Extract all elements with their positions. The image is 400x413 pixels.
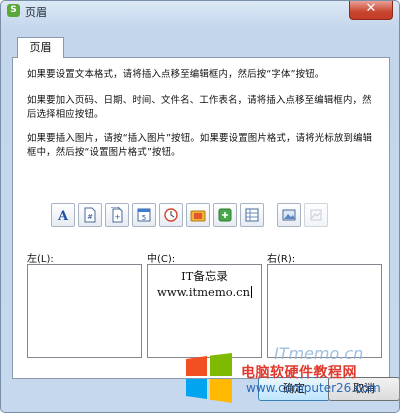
- page-number-icon: #: [84, 207, 96, 223]
- date-button[interactable]: 5: [132, 203, 156, 227]
- close-icon: ✕: [365, 1, 377, 16]
- windows-logo-watermark: [186, 353, 232, 403]
- watermark-text-itmemo: ITmemo.cn: [274, 344, 364, 363]
- total-pages-icon: +: [111, 207, 123, 223]
- instruction-text-1: 如果要设置文本格式，请将插入点移至编辑框内，然后按“字体”按钮。: [27, 69, 325, 80]
- svg-text:#: #: [87, 213, 93, 221]
- font-button[interactable]: A: [51, 203, 75, 227]
- tab-header[interactable]: 页眉: [17, 37, 64, 58]
- instruction-text-3: 如果要插入图片，请按“插入图片”按钮。如果要设置图片格式，请将光标放到编辑框中，…: [27, 133, 373, 158]
- tab-panel: 如果要设置文本格式，请将插入点移至编辑框内，然后按“字体”按钮。 如果要加入页码…: [12, 57, 390, 379]
- total-pages-button[interactable]: +: [105, 203, 129, 227]
- insert-picture-button[interactable]: [277, 203, 301, 227]
- text-caret: [250, 286, 252, 298]
- file-path-button[interactable]: [186, 203, 210, 227]
- dialog-window: S 页眉 ✕ 页眉 如果要设置文本格式，请将插入点移至编辑框内，然后按“字体”按…: [0, 0, 400, 413]
- file-path-icon: [190, 210, 206, 222]
- app-icon: S: [7, 4, 20, 17]
- svg-text:+: +: [115, 213, 121, 221]
- logo-green-pane: [210, 353, 232, 376]
- center-line-2-text: www.itmemo.cn: [157, 285, 250, 299]
- file-name-button[interactable]: [213, 203, 237, 227]
- svg-text:5: 5: [142, 214, 146, 222]
- center-section-label: 中(C):: [147, 254, 176, 265]
- left-section-label: 左(L):: [27, 254, 54, 265]
- logo-blue-pane: [186, 379, 207, 399]
- file-name-icon: [218, 208, 232, 222]
- date-icon: 5: [137, 208, 151, 222]
- sheet-name-button[interactable]: [240, 203, 264, 227]
- watermark-text-url: www.computer26.com: [246, 381, 381, 395]
- center-line-1: IT备忘录: [181, 269, 228, 283]
- left-section-editor[interactable]: [27, 264, 142, 358]
- watermark-text-title: 电脑软硬件教程网: [241, 365, 357, 381]
- center-line-2: www.itmemo.cn: [148, 285, 261, 299]
- window-title: 页眉: [25, 6, 47, 19]
- time-icon: [164, 208, 178, 222]
- center-section-editor[interactable]: IT备忘录 www.itmemo.cn: [147, 264, 262, 358]
- insert-picture-icon: [282, 209, 296, 221]
- format-picture-icon: [310, 209, 322, 221]
- svg-text:A: A: [57, 209, 69, 223]
- logo-yellow-pane: [210, 379, 232, 403]
- format-picture-button[interactable]: [304, 203, 328, 227]
- time-button[interactable]: [159, 203, 183, 227]
- close-button[interactable]: ✕: [349, 1, 393, 20]
- font-icon: A: [57, 209, 69, 223]
- page-number-button[interactable]: #: [78, 203, 102, 227]
- sheet-name-icon: [245, 208, 259, 222]
- right-section-label: 右(R):: [267, 254, 296, 265]
- logo-red-pane: [186, 356, 207, 376]
- title-bar[interactable]: S 页眉 ✕: [1, 1, 399, 21]
- instruction-text-2: 如果要加入页码、日期、时间、文件名、工作表名，请将插入点移至编辑框内，然后选择相…: [27, 95, 372, 120]
